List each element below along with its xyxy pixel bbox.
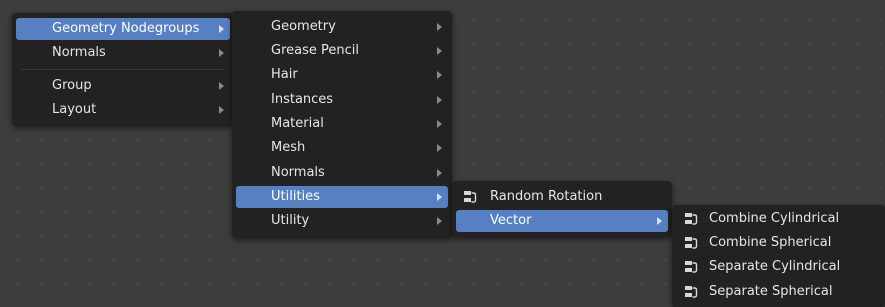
utilities-submenu: Random Rotation Vector: [452, 181, 672, 237]
menu-item-separate-cylindrical[interactable]: Separate Cylindrical: [676, 256, 881, 278]
menu-item-combine-cylindrical[interactable]: Combine Cylindrical: [676, 208, 881, 230]
menu-item-layout[interactable]: Layout: [16, 99, 230, 121]
menu-item-label: Normals: [52, 45, 106, 60]
submenu-arrow-icon: [437, 120, 442, 128]
menu-item-label: Group: [52, 78, 92, 93]
submenu-arrow-icon: [219, 82, 224, 90]
menu-item-utility[interactable]: Utility: [236, 210, 448, 232]
menu-item-label: Vector: [490, 213, 532, 228]
nodegroups-submenu: Geometry Grease Pencil Hair Instances Ma…: [232, 11, 452, 238]
menu-item-random-rotation[interactable]: Random Rotation: [456, 186, 668, 208]
menu-item-utilities[interactable]: Utilities: [236, 186, 448, 208]
submenu-arrow-icon: [219, 49, 224, 57]
menu-item-combine-spherical[interactable]: Combine Spherical: [676, 232, 881, 254]
menu-item-label: Instances: [271, 92, 334, 107]
menu-item-normals[interactable]: Normals: [236, 162, 448, 184]
menu-item-label: Hair: [271, 67, 298, 82]
menu-item-geometry-nodegroups[interactable]: Geometry Nodegroups: [16, 18, 230, 40]
node-group-icon: [464, 191, 477, 203]
menu-item-instances[interactable]: Instances: [236, 89, 448, 111]
node-group-icon: [685, 286, 698, 298]
menu-item-hair[interactable]: Hair: [236, 64, 448, 86]
submenu-arrow-icon: [437, 71, 442, 79]
menu-item-label: Grease Pencil: [271, 43, 359, 58]
node-group-icon: [685, 261, 698, 273]
menu-item-label: Layout: [52, 102, 97, 117]
vector-submenu: Combine Cylindrical Combine Spherical Se…: [672, 205, 885, 307]
menu-item-label: Geometry Nodegroups: [52, 21, 200, 36]
menu-separator: [22, 69, 224, 70]
submenu-arrow-icon: [437, 47, 442, 55]
menu-item-label: Separate Cylindrical: [709, 259, 841, 274]
submenu-arrow-icon: [657, 217, 662, 225]
node-group-icon: [685, 237, 698, 249]
menu-item-label: Utilities: [271, 189, 320, 204]
submenu-arrow-icon: [437, 23, 442, 31]
menu-item-geometry[interactable]: Geometry: [236, 16, 448, 38]
node-editor-canvas[interactable]: { "menu_add": { "items": [ {"label": "Ge…: [0, 0, 885, 307]
submenu-arrow-icon: [437, 96, 442, 104]
submenu-arrow-icon: [219, 106, 224, 114]
menu-item-label: Combine Cylindrical: [709, 211, 840, 226]
submenu-arrow-icon: [437, 193, 442, 201]
menu-item-label: Random Rotation: [490, 189, 603, 204]
menu-item-grease-pencil[interactable]: Grease Pencil: [236, 40, 448, 62]
menu-item-label: Mesh: [271, 140, 306, 155]
add-menu: Geometry Nodegroups Normals Group Layout: [12, 13, 234, 126]
menu-item-group[interactable]: Group: [16, 75, 230, 97]
node-group-icon: [685, 213, 698, 225]
menu-item-mesh[interactable]: Mesh: [236, 137, 448, 159]
submenu-arrow-icon: [437, 144, 442, 152]
menu-item-label: Geometry: [271, 19, 336, 34]
menu-item-material[interactable]: Material: [236, 113, 448, 135]
menu-item-label: Utility: [271, 213, 310, 228]
menu-item-label: Normals: [271, 165, 325, 180]
menu-item-label: Material: [271, 116, 324, 131]
submenu-arrow-icon: [437, 217, 442, 225]
menu-item-label: Combine Spherical: [709, 235, 832, 250]
submenu-arrow-icon: [437, 169, 442, 177]
menu-item-normals[interactable]: Normals: [16, 42, 230, 64]
menu-item-vector[interactable]: Vector: [456, 210, 668, 232]
submenu-arrow-icon: [219, 25, 224, 33]
menu-item-label: Separate Spherical: [709, 284, 833, 299]
menu-item-separate-spherical[interactable]: Separate Spherical: [676, 281, 881, 303]
